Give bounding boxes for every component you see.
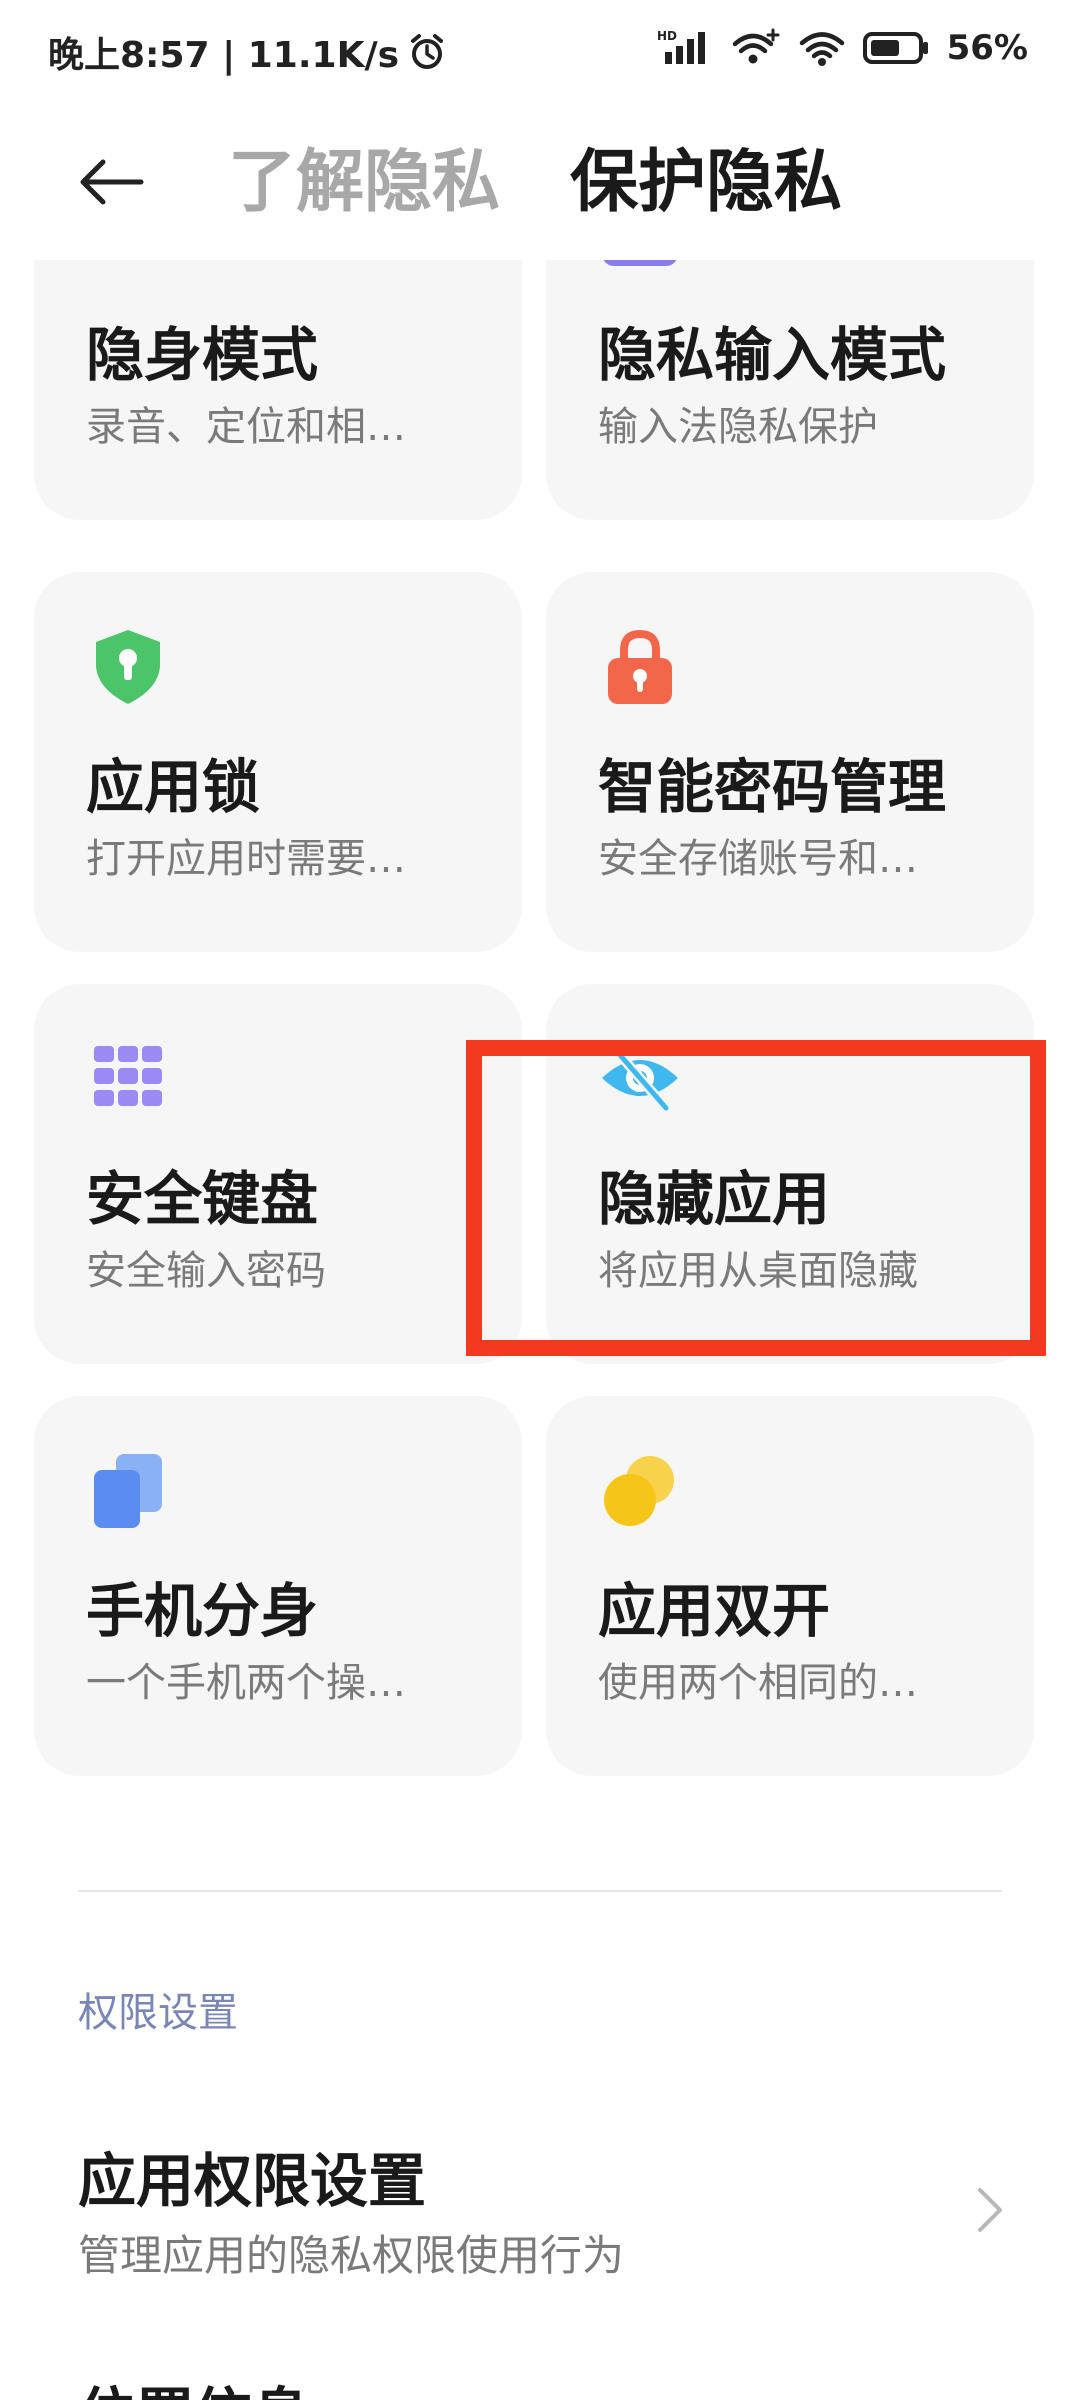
card-subtitle: 输入法隐私保护 bbox=[598, 404, 878, 450]
card-subtitle: 一个手机两个操… bbox=[86, 1660, 406, 1706]
feature-grid: 隐身模式 录音、定位和相… 隐私输入模式 输入法隐私保护 应用锁 打开应用时需要… bbox=[0, 260, 1080, 1810]
card-title: 隐私输入模式 bbox=[598, 321, 947, 389]
setting-subtitle: 管理应用的隐私权限使用行为 bbox=[78, 2231, 625, 2280]
card-title: 隐身模式 bbox=[86, 321, 319, 389]
setting-title: 应用权限设置 bbox=[78, 2147, 427, 2215]
card-subtitle: 安全存储账号和… bbox=[598, 836, 918, 882]
hd-signal-icon: HD bbox=[657, 29, 705, 64]
section-label-permissions: 权限设置 bbox=[78, 1990, 238, 2036]
card-app-lock[interactable]: 应用锁 打开应用时需要… bbox=[34, 572, 522, 952]
screen: 晚上8:57 | 11.1K/s HD 56% 了解隐私 保护隐私 隐身模式 录… bbox=[0, 0, 1080, 2400]
battery-icon bbox=[862, 32, 928, 64]
keypad-icon bbox=[94, 1046, 162, 1106]
header: 了解隐私 保护隐私 bbox=[0, 120, 1080, 250]
card-secure-keyboard[interactable]: 安全键盘 安全输入密码 bbox=[34, 984, 522, 1364]
section-divider bbox=[78, 1890, 1002, 1892]
card-subtitle: 安全输入密码 bbox=[86, 1248, 326, 1294]
dual-apps-icon bbox=[604, 1456, 674, 1526]
setting-app-permissions[interactable]: 应用权限设置 管理应用的隐私权限使用行为 bbox=[0, 2100, 1080, 2280]
incognito-icon bbox=[88, 260, 168, 274]
card-title: 应用双开 bbox=[598, 1577, 831, 1645]
back-arrow-icon bbox=[80, 159, 144, 205]
card-second-space[interactable]: 手机分身 一个手机两个操… bbox=[34, 1396, 522, 1776]
keyboard-privacy-icon bbox=[603, 260, 677, 266]
highlight-annotation-box bbox=[466, 1040, 1046, 1356]
status-time-speed: 晚上8:57 | 11.1K/s bbox=[48, 35, 400, 76]
card-private-input-mode[interactable]: 隐私输入模式 输入法隐私保护 bbox=[546, 260, 1034, 520]
wifi-hotspot-icon bbox=[732, 28, 780, 64]
status-right: HD 56% bbox=[657, 28, 1028, 68]
status-left: 晚上8:57 | 11.1K/s bbox=[48, 26, 447, 78]
card-incognito-mode[interactable]: 隐身模式 录音、定位和相… bbox=[34, 260, 522, 520]
battery-percent: 56% bbox=[946, 28, 1028, 68]
shield-lock-icon bbox=[96, 630, 160, 704]
card-subtitle: 打开应用时需要… bbox=[86, 836, 406, 882]
tab-protect-privacy[interactable]: 保护隐私 bbox=[570, 138, 842, 228]
back-button[interactable] bbox=[70, 142, 150, 222]
card-title: 智能密码管理 bbox=[598, 753, 947, 821]
status-bar: 晚上8:57 | 11.1K/s HD 56% bbox=[0, 0, 1080, 100]
card-smart-password[interactable]: 智能密码管理 安全存储账号和… bbox=[546, 572, 1034, 952]
card-title: 应用锁 bbox=[86, 753, 261, 821]
card-subtitle: 使用两个相同的… bbox=[598, 1660, 918, 1706]
card-subtitle: 录音、定位和相… bbox=[86, 404, 406, 450]
card-title: 手机分身 bbox=[86, 1577, 319, 1645]
wifi-icon bbox=[799, 32, 844, 66]
alarm-icon bbox=[411, 34, 444, 69]
card-title: 安全键盘 bbox=[86, 1165, 319, 1233]
tab-understand-privacy[interactable]: 了解隐私 bbox=[228, 138, 500, 228]
svg-text:HD: HD bbox=[657, 29, 677, 43]
setting-location-title[interactable]: 位置信息 bbox=[78, 2368, 310, 2400]
second-space-icon bbox=[94, 1454, 162, 1528]
card-dual-apps[interactable]: 应用双开 使用两个相同的… bbox=[546, 1396, 1034, 1776]
padlock-icon bbox=[608, 629, 672, 704]
chevron-right-icon bbox=[978, 2188, 1002, 2232]
